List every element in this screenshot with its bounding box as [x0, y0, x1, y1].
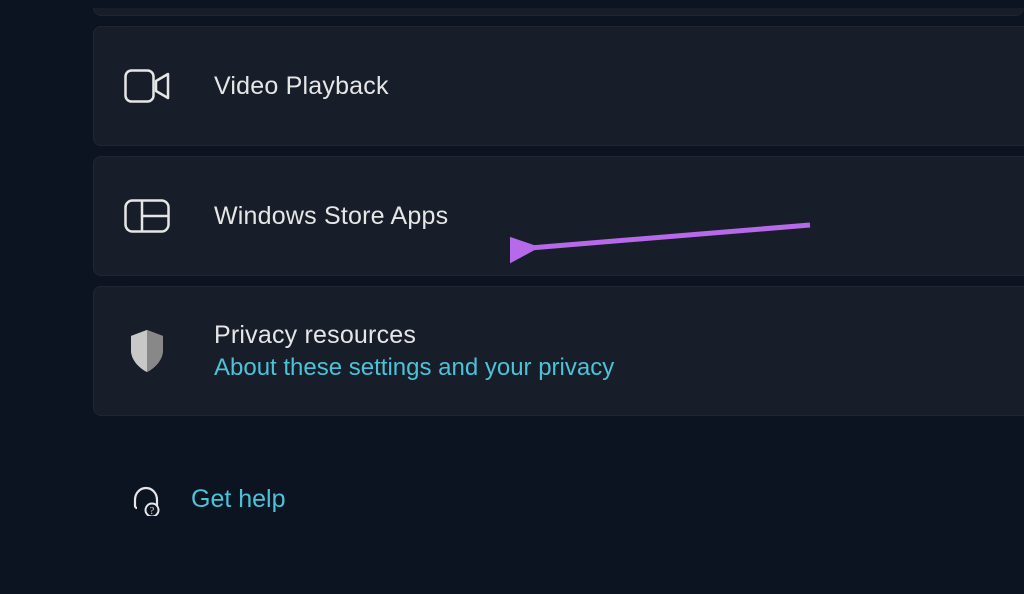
privacy-resources-title: Privacy resources [214, 321, 614, 350]
video-playback-card[interactable]: Video Playback [93, 26, 1024, 146]
privacy-resources-card: Privacy resources About these settings a… [93, 286, 1024, 416]
windows-store-apps-card[interactable]: Windows Store Apps [93, 156, 1024, 276]
settings-panel: Video Playback Windows Store Apps [0, 0, 1024, 524]
video-camera-icon [122, 61, 172, 111]
svg-text:?: ? [150, 506, 155, 516]
privacy-resources-text: Privacy resources About these settings a… [214, 321, 614, 382]
shield-icon [122, 326, 172, 376]
windows-store-apps-title: Windows Store Apps [214, 202, 448, 231]
windows-store-apps-text: Windows Store Apps [214, 202, 448, 231]
privacy-resources-link[interactable]: About these settings and your privacy [214, 354, 614, 382]
help-headset-icon: ? [121, 474, 171, 524]
get-help-link[interactable]: Get help [191, 485, 286, 514]
video-playback-text: Video Playback [214, 72, 389, 101]
video-playback-title: Video Playback [214, 72, 389, 101]
get-help-row: ? Get help [93, 474, 1024, 524]
partial-card-top [93, 8, 1024, 16]
apps-grid-icon [122, 191, 172, 241]
